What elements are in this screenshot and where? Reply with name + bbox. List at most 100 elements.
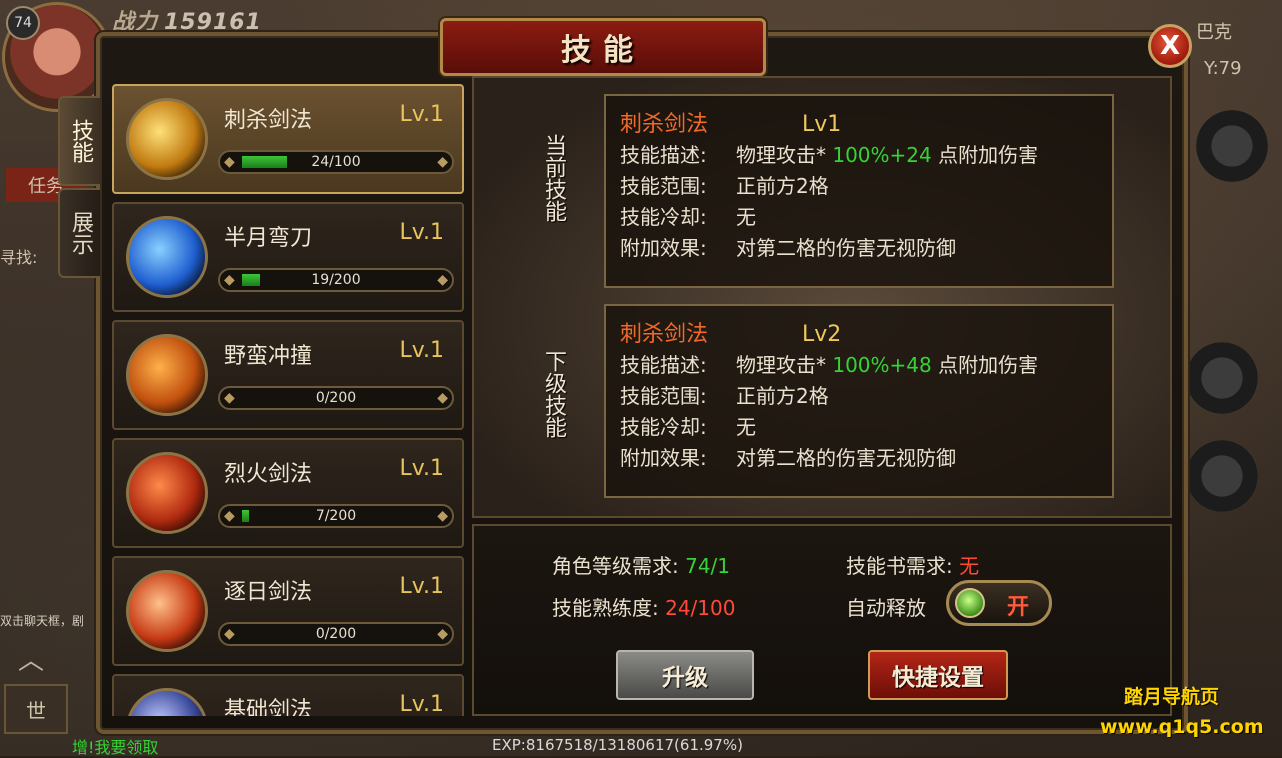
- skill-info-area: 当前技能 刺杀剑法 Lv1 技能描述: 物理攻击* 100%+24 点附加伤害 技能…: [472, 76, 1172, 518]
- skill-book-value: 无: [959, 554, 980, 578]
- skill-progress-bar: ◆ 0/200 ◆: [218, 386, 454, 410]
- world-channel-button[interactable]: 世: [4, 684, 68, 734]
- current-skill-effect: 附加效果: 对第二格的伤害无视防御: [620, 233, 1098, 264]
- skill-item[interactable]: 烈火剑法 Lv.1 ◆ 7/200 ◆: [112, 438, 464, 548]
- skill-item[interactable]: 基础剑法 Lv.1: [112, 674, 464, 716]
- current-skill-cooldown: 技能冷却: 无: [620, 202, 1098, 233]
- current-skill-desc: 技能描述: 物理攻击* 100%+24 点附加伤害: [620, 140, 1098, 171]
- skill-level: Lv.1: [399, 574, 444, 599]
- skill-item[interactable]: 逐日剑法 Lv.1 ◆ 0/200 ◆: [112, 556, 464, 666]
- effect-value: 对第二格的伤害无视防御: [736, 236, 956, 260]
- coord-y: Y:79: [1204, 58, 1242, 79]
- skill-name: 烈火剑法: [224, 462, 313, 487]
- chat-line: 增!我要领取: [72, 738, 159, 757]
- desc-post: 点附加伤害: [938, 353, 1039, 377]
- auto-cast-toggle[interactable]: 开: [946, 580, 1052, 626]
- range-key: 技能范围:: [620, 384, 707, 408]
- crescent-blade-icon: [126, 216, 208, 298]
- skill-level: Lv.1: [399, 102, 444, 127]
- player-level-badge: 74: [6, 6, 40, 40]
- ornament-right-icon: ◆: [437, 154, 448, 170]
- skill-progress-text: 24/100: [311, 154, 361, 170]
- skill-name: 野蛮冲撞: [224, 344, 313, 369]
- panel-title: 技能: [561, 33, 645, 68]
- proficiency-label: 技能熟练度:: [552, 596, 659, 620]
- skill-name: 逐日剑法: [224, 580, 313, 605]
- skill-slot-orb[interactable]: [1186, 440, 1258, 512]
- cooldown-key: 技能冷却:: [620, 205, 707, 229]
- range-key: 技能范围:: [620, 174, 707, 198]
- quick-setup-button[interactable]: 快捷设置: [868, 650, 1008, 700]
- role-level-value: 74/1: [685, 554, 731, 578]
- tab-skills[interactable]: 技能: [58, 96, 100, 186]
- desc-key: 技能描述:: [620, 353, 707, 377]
- role-level-requirement: 角色等级需求: 74/1: [552, 550, 730, 579]
- current-skill-level: Lv1: [802, 112, 842, 137]
- skill-progress-bar: ◆ 24/100 ◆: [218, 150, 454, 174]
- minimap-orb[interactable]: [1196, 110, 1268, 182]
- skill-item[interactable]: 刺杀剑法 Lv.1 ◆ 24/100 ◆: [112, 84, 464, 194]
- panel-title-plate: 技能: [440, 18, 766, 76]
- effect-value: 对第二格的伤害无视防御: [736, 446, 956, 470]
- exp-bar-text: EXP:8167518/13180617(61.97%): [492, 736, 743, 754]
- next-skill-range: 技能范围: 正前方2格: [620, 381, 1098, 412]
- cooldown-key: 技能冷却:: [620, 415, 707, 439]
- skill-book-requirement: 技能书需求: 无: [846, 550, 979, 579]
- current-skill-head: 刺杀剑法 Lv1: [620, 106, 1098, 140]
- next-skill-level: Lv2: [802, 322, 842, 347]
- next-skill-label: 下级技能: [538, 350, 568, 445]
- skill-level: Lv.1: [399, 220, 444, 245]
- upgrade-button[interactable]: 升级: [616, 650, 754, 700]
- desc-value: 100%+48: [832, 353, 932, 377]
- tab-display[interactable]: 展示: [58, 188, 100, 278]
- chevron-up-icon[interactable]: ︿: [2, 640, 60, 676]
- watermark-url: www.q1q5.com: [1100, 716, 1264, 738]
- current-skill-details: 刺杀剑法 Lv1 技能描述: 物理攻击* 100%+24 点附加伤害 技能范围: 正前…: [604, 94, 1114, 288]
- proficiency-requirement: 技能熟练度: 24/100: [552, 592, 735, 621]
- next-skill-name: 刺杀剑法: [620, 322, 709, 347]
- toggle-knob-icon: [955, 588, 985, 618]
- range-value: 正前方2格: [736, 384, 829, 408]
- current-skill-range: 技能范围: 正前方2格: [620, 171, 1098, 202]
- skill-progress-bar: ◆ 0/200 ◆: [218, 622, 454, 646]
- tab-skills-label: 技能: [68, 119, 93, 163]
- watermark-title: 踏月导航页: [1124, 686, 1220, 708]
- skill-level: Lv.1: [399, 692, 444, 716]
- range-value: 正前方2格: [736, 174, 829, 198]
- cooldown-value: 无: [736, 205, 756, 229]
- desc-value: 100%+24: [832, 143, 932, 167]
- next-skill-details: 刺杀剑法 Lv2 技能描述: 物理攻击* 100%+48 点附加伤害 技能范围: 正前…: [604, 304, 1114, 498]
- close-button[interactable]: X: [1148, 24, 1192, 68]
- flame-sword-icon: [126, 452, 208, 534]
- basic-sword-icon: [126, 688, 208, 716]
- charge-runner-icon: [126, 334, 208, 416]
- skill-level: Lv.1: [399, 338, 444, 363]
- auto-cast-label: 自动释放: [846, 596, 926, 620]
- skill-item[interactable]: 野蛮冲撞 Lv.1 ◆ 0/200 ◆: [112, 320, 464, 430]
- close-icon: X: [1159, 31, 1181, 61]
- desc-pre: 物理攻击*: [736, 353, 826, 377]
- skill-progress-bar: ◆ 19/200 ◆: [218, 268, 454, 292]
- desc-pre: 物理攻击*: [736, 143, 826, 167]
- skill-item[interactable]: 半月弯刀 Lv.1 ◆ 19/200 ◆: [112, 202, 464, 312]
- ornament-right-icon: ◆: [437, 508, 448, 524]
- skill-slot-orb[interactable]: [1186, 342, 1258, 414]
- sun-chase-icon: [126, 570, 208, 652]
- skill-level: Lv.1: [399, 456, 444, 481]
- effect-key: 附加效果:: [620, 236, 707, 260]
- sword-thrust-icon: [126, 98, 208, 180]
- next-skill-cooldown: 技能冷却: 无: [620, 412, 1098, 443]
- skill-list: 刺杀剑法 Lv.1 ◆ 24/100 ◆ 半月弯刀 Lv.1 ◆ 19/200 …: [112, 84, 464, 716]
- next-skill-label-text: 下级技能: [541, 350, 566, 438]
- next-skill-effect: 附加效果: 对第二格的伤害无视防御: [620, 443, 1098, 474]
- desc-post: 点附加伤害: [938, 143, 1039, 167]
- skill-name: 半月弯刀: [224, 226, 313, 251]
- find-label: 寻找:: [0, 248, 38, 267]
- current-skill-label-text: 当前技能: [541, 134, 566, 222]
- skill-name: 基础剑法: [224, 698, 313, 716]
- next-skill-desc: 技能描述: 物理攻击* 100%+48 点附加伤害: [620, 350, 1098, 381]
- chat-hint: 双击聊天框，剧: [0, 614, 85, 628]
- skill-progress-text: 0/200: [315, 626, 357, 642]
- location-name: 巴克: [1196, 22, 1232, 43]
- effect-key: 附加效果:: [620, 446, 707, 470]
